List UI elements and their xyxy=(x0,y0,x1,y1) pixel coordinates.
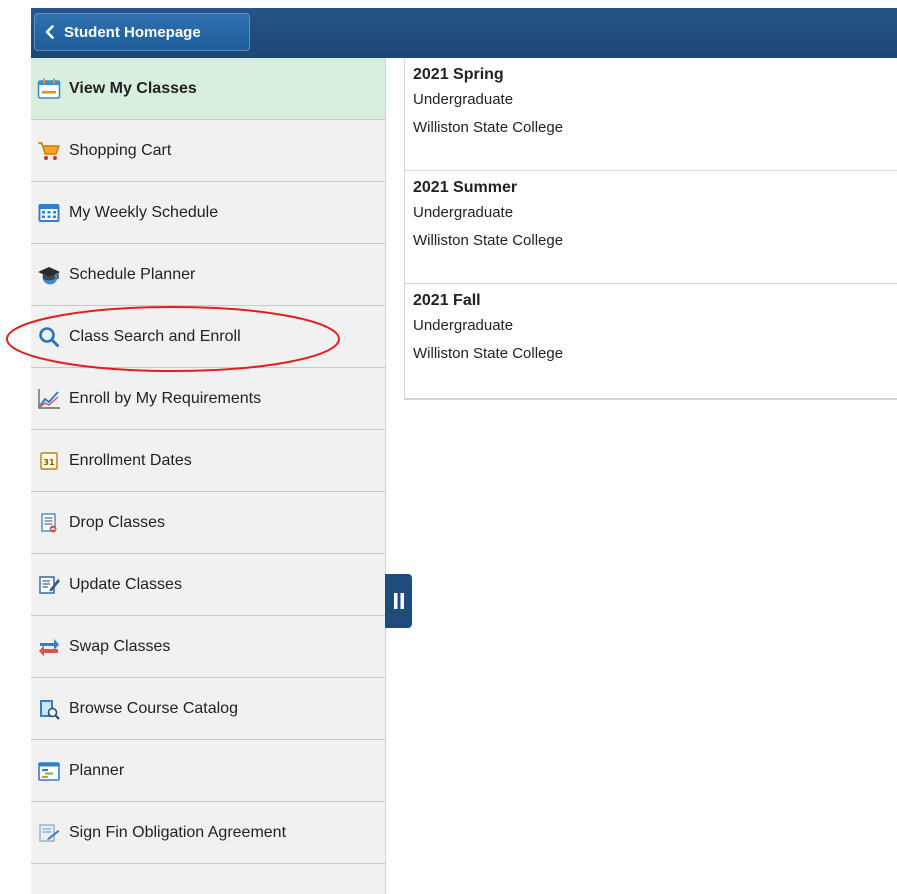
sidebar-item-drop-classes[interactable]: Drop Classes xyxy=(31,492,385,554)
term-card-2021-fall[interactable]: 2021 Fall Undergraduate Williston State … xyxy=(405,284,897,397)
sidebar-item-label: Enroll by My Requirements xyxy=(69,389,262,407)
term-card-2021-summer[interactable]: 2021 Summer Undergraduate Williston Stat… xyxy=(405,171,897,284)
sidebar-item-browse-course-catalog[interactable]: Browse Course Catalog xyxy=(31,678,385,740)
pause-bars-icon xyxy=(393,593,404,609)
sidebar-item-swap-classes[interactable]: Swap Classes xyxy=(31,616,385,678)
sidebar-item-label: View My Classes xyxy=(69,79,197,97)
weekly-calendar-icon xyxy=(37,201,61,225)
sidebar-item-label: Enrollment Dates xyxy=(69,451,192,469)
term-institution: Williston State College xyxy=(413,232,564,249)
sidebar-item-label: Drop Classes xyxy=(69,513,166,531)
sidebar-item-label: Class Search and Enroll xyxy=(69,327,241,345)
sidebar-item-planner[interactable]: Planner xyxy=(31,740,385,802)
enrollment-sidebar: View My Classes Shopping Cart My Weekly … xyxy=(31,58,386,894)
collapse-sidebar-button[interactable] xyxy=(385,574,412,628)
sidebar-item-label: Swap Classes xyxy=(69,637,171,655)
sidebar-item-sign-fin-obligation-agreement[interactable]: Sign Fin Obligation Agreement xyxy=(31,802,385,864)
graduation-cap-icon xyxy=(37,263,61,287)
sidebar-item-label: Shopping Cart xyxy=(69,141,172,159)
sidebar-item-shopping-cart[interactable]: Shopping Cart xyxy=(31,120,385,182)
sidebar-item-label: Schedule Planner xyxy=(69,265,196,283)
swap-arrows-icon xyxy=(37,635,61,659)
sidebar-item-schedule-planner[interactable]: Schedule Planner xyxy=(31,244,385,306)
svg-text:31: 31 xyxy=(43,458,55,467)
edit-document-icon xyxy=(37,573,61,597)
back-button-label: Student Homepage xyxy=(64,23,201,41)
sidebar-item-label: My Weekly Schedule xyxy=(69,203,219,221)
term-career: Undergraduate xyxy=(413,204,514,221)
term-institution: Williston State College xyxy=(413,119,564,136)
sidebar-item-label: Planner xyxy=(69,761,125,779)
sign-document-icon xyxy=(37,821,61,845)
date-31-icon: 31 xyxy=(37,449,61,473)
search-icon xyxy=(37,325,61,349)
chevron-left-icon xyxy=(45,25,54,39)
sidebar-item-enrollment-dates[interactable]: 31 Enrollment Dates xyxy=(31,430,385,492)
term-career: Undergraduate xyxy=(413,317,514,334)
calendar-icon xyxy=(37,77,61,101)
sidebar-item-update-classes[interactable]: Update Classes xyxy=(31,554,385,616)
sidebar-item-label: Sign Fin Obligation Agreement xyxy=(69,823,287,841)
sidebar-item-class-search-and-enroll[interactable]: Class Search and Enroll xyxy=(31,306,385,368)
term-career: Undergraduate xyxy=(413,91,514,108)
term-institution: Williston State College xyxy=(413,345,564,362)
planner-icon xyxy=(37,759,61,783)
line-chart-icon xyxy=(37,387,61,411)
shopping-cart-icon xyxy=(37,139,61,163)
student-homepage-back-button[interactable]: Student Homepage xyxy=(34,13,250,51)
term-list: 2021 Spring Undergraduate Williston Stat… xyxy=(404,58,897,400)
term-title: 2021 Fall xyxy=(413,292,481,309)
sidebar-item-label: Update Classes xyxy=(69,575,182,593)
sidebar-item-label: Browse Course Catalog xyxy=(69,699,238,717)
drop-document-icon xyxy=(37,511,61,535)
term-title: 2021 Summer xyxy=(413,179,518,196)
top-banner: Student Homepage xyxy=(31,8,897,58)
sidebar-item-view-my-classes[interactable]: View My Classes xyxy=(31,58,385,120)
catalog-search-icon xyxy=(37,697,61,721)
term-card-2021-spring[interactable]: 2021 Spring Undergraduate Williston Stat… xyxy=(405,58,897,171)
term-title: 2021 Spring xyxy=(413,66,504,83)
sidebar-item-enroll-by-my-requirements[interactable]: Enroll by My Requirements xyxy=(31,368,385,430)
sidebar-item-my-weekly-schedule[interactable]: My Weekly Schedule xyxy=(31,182,385,244)
